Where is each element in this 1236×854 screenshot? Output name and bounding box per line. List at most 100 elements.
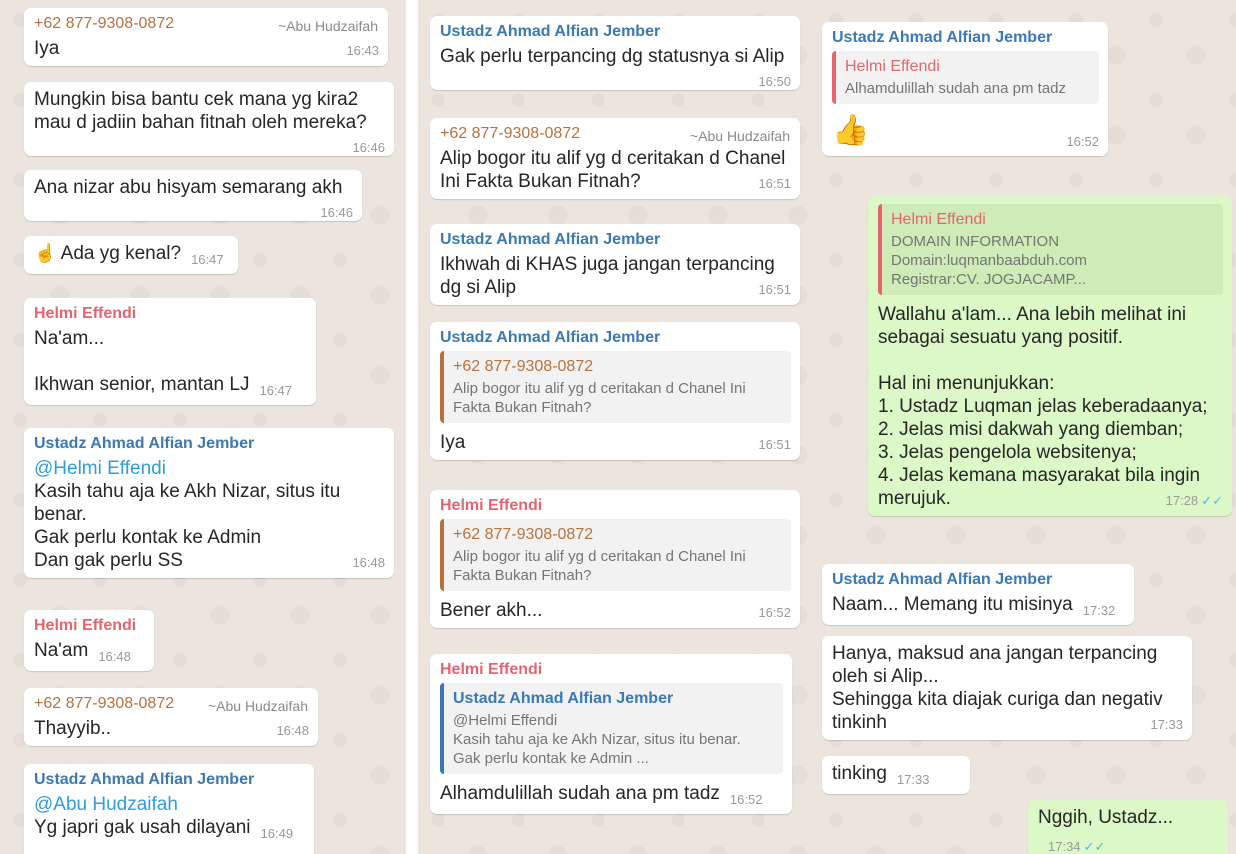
pointing-up-icon: ☝ xyxy=(34,243,57,263)
sender-name[interactable]: Ustadz Ahmad Alfian Jember xyxy=(34,434,385,454)
quoted-sender: +62 877-9308-0872 xyxy=(453,358,594,375)
message-bubble[interactable]: Ustadz Ahmad Alfian Jember @Abu Hudzaifa… xyxy=(24,764,314,854)
message-time: 16:52 xyxy=(729,792,763,807)
message-text: tinking 17:33 xyxy=(832,763,930,787)
message-time: 16:51 xyxy=(758,282,791,297)
message-text: Bener akh... 16:52 xyxy=(440,600,791,621)
message-time: 16:48 xyxy=(276,723,309,738)
sender-name[interactable]: Ustadz Ahmad Alfian Jember xyxy=(440,230,791,250)
message-bubble[interactable]: tinking 17:33 xyxy=(822,756,970,794)
message-text: Wallahu a'lam... Ana lebih melihat ini s… xyxy=(878,304,1223,509)
message-bubble[interactable]: Ustadz Ahmad Alfian Jember Helmi Effendi… xyxy=(822,22,1108,156)
chat-panel-middle: Ustadz Ahmad Alfian Jember Gak perlu ter… xyxy=(418,0,816,854)
quoted-message[interactable]: +62 877-9308-0872 Alip bogor itu alif yg… xyxy=(440,519,791,591)
message-time: 16:52 xyxy=(758,605,791,620)
message-time: 16:48 xyxy=(98,649,131,664)
sender-name[interactable]: Helmi Effendi xyxy=(440,496,791,516)
message-time: 16:47 xyxy=(259,383,293,398)
message-bubble[interactable]: Helmi Effendi +62 877-9308-0872 Alip bog… xyxy=(430,490,800,628)
message-time: 16:51 xyxy=(758,437,791,452)
message-time: 16:48 xyxy=(352,555,385,570)
message-text: Gak perlu terpancing dg statusnya si Ali… xyxy=(440,46,791,89)
chat-panel-right: Ustadz Ahmad Alfian Jember Helmi Effendi… xyxy=(816,0,1236,854)
message-text: Naam... Memang itu misinya 17:32 xyxy=(832,594,1116,618)
quoted-sender: Ustadz Ahmad Alfian Jember xyxy=(453,690,674,707)
message-bubble[interactable]: +62 877-9308-0872 ~Abu Hudzaifah Iya 16:4… xyxy=(24,8,388,66)
quoted-text: Alip bogor itu alif yg d ceritakan d Cha… xyxy=(453,380,746,416)
sender-name[interactable]: Ustadz Ahmad Alfian Jember xyxy=(440,328,791,348)
quoted-sender: +62 877-9308-0872 xyxy=(453,526,594,543)
message-bubble[interactable]: Ustadz Ahmad Alfian Jember @Helmi Effend… xyxy=(24,428,394,578)
sender-name[interactable]: Helmi Effendi xyxy=(440,660,783,680)
sender-name[interactable]: Ustadz Ahmad Alfian Jember xyxy=(440,22,791,42)
double-check-icon: ✓✓ xyxy=(1201,493,1223,508)
message-text: Iya 16:43 xyxy=(34,38,379,59)
message-time: 16:47 xyxy=(191,252,224,267)
quoted-text: Alip bogor itu alif yg d ceritakan d Cha… xyxy=(453,548,746,584)
mention-link[interactable]: @Helmi Effendi xyxy=(34,457,385,480)
quoted-message[interactable]: Ustadz Ahmad Alfian Jember @Helmi Effend… xyxy=(440,683,783,774)
quoted-message[interactable]: Helmi Effendi DOMAIN INFORMATION Domain:… xyxy=(878,204,1223,295)
sender-alias: ~Abu Hudzaifah xyxy=(207,698,308,714)
sender-name[interactable]: Helmi Effendi xyxy=(34,616,145,636)
message-bubble[interactable]: +62 877-9308-0872 ~Abu Hudzaifah Thayyib… xyxy=(24,688,318,746)
chat-panel-left: +62 877-9308-0872 ~Abu Hudzaifah Iya 16:4… xyxy=(0,0,406,854)
quoted-text: DOMAIN INFORMATION Domain:luqmanbaabduh.… xyxy=(891,233,1087,288)
message-text: Na'am 16:48 xyxy=(34,640,131,664)
message-text: Mungkin bisa bantu cek mana yg kira2 mau… xyxy=(34,89,385,155)
message-text: Hanya, maksud ana jangan terpancing oleh… xyxy=(832,643,1183,733)
quoted-message[interactable]: +62 877-9308-0872 Alip bogor itu alif yg… xyxy=(440,351,791,423)
message-text: Alhamdulillah sudah ana pm tadz 16:52 xyxy=(440,783,763,807)
mention-link[interactable]: @Abu Hudzaifah xyxy=(34,793,305,816)
message-text: Iya 16:51 xyxy=(440,432,791,453)
message-text: Yg japri gak usah dilayani 16:49 xyxy=(34,817,294,841)
message-text: Na'am... Ikhwan senior, mantan LJ 16:47 xyxy=(34,328,293,398)
message-time: 16:43 xyxy=(346,43,379,58)
message-text: Ana nizar abu hisyam semarang akh 16:46 xyxy=(34,177,353,220)
message-time: 17:33 xyxy=(1150,717,1183,732)
message-bubble[interactable]: Ustadz Ahmad Alfian Jember Naam... Meman… xyxy=(822,564,1134,625)
message-time: 16:49 xyxy=(260,826,294,841)
message-time: 16:46 xyxy=(320,205,353,220)
message-time: 17:34 ✓✓ xyxy=(1048,839,1106,854)
quoted-message[interactable]: Helmi Effendi Alhamdulillah sudah ana pm… xyxy=(832,51,1099,104)
message-bubble[interactable]: Mungkin bisa bantu cek mana yg kira2 mau… xyxy=(24,82,394,156)
message-time: 17:32 xyxy=(1082,603,1116,618)
message-bubble[interactable]: Ustadz Ahmad Alfian Jember Gak perlu ter… xyxy=(430,16,800,90)
quoted-sender: Helmi Effendi xyxy=(891,211,986,228)
double-check-icon: ✓✓ xyxy=(1083,839,1106,854)
message-text: Kasih tahu aja ke Akh Nizar, situs itu b… xyxy=(34,481,385,571)
quoted-sender: Helmi Effendi xyxy=(845,58,940,75)
message-bubble-outgoing[interactable]: Helmi Effendi DOMAIN INFORMATION Domain:… xyxy=(868,196,1232,516)
message-bubble[interactable]: Ustadz Ahmad Alfian Jember Ikhwah di KHA… xyxy=(430,224,800,305)
sender-alias: ~Abu Hudzaifah xyxy=(689,128,790,144)
message-text: Alip bogor itu alif yg d ceritakan d Cha… xyxy=(440,148,791,192)
message-time: 16:50 xyxy=(758,74,791,89)
quoted-text: Alhamdulillah sudah ana pm tadz xyxy=(845,80,1066,97)
message-text: Nggih, Ustadz...17:34 ✓✓ xyxy=(1038,807,1174,854)
message-text: Ikhwah di KHAS juga jangan terpancing dg… xyxy=(440,254,791,298)
message-bubble[interactable]: Ana nizar abu hisyam semarang akh 16:46 xyxy=(24,170,362,221)
message-bubble[interactable]: ☝ Ada yg kenal? 16:47 xyxy=(24,236,238,274)
message-time: 16:51 xyxy=(758,176,791,191)
sender-name[interactable]: Ustadz Ahmad Alfian Jember xyxy=(34,770,305,790)
message-bubble[interactable]: Helmi Effendi Na'am 16:48 xyxy=(24,610,154,671)
message-text: Thayyib.. 16:48 xyxy=(34,718,309,739)
sender-alias: ~Abu Hudzaifah xyxy=(277,18,378,34)
quoted-text: @Helmi Effendi Kasih tahu aja ke Akh Niz… xyxy=(453,712,741,767)
message-time: 17:33 xyxy=(896,772,930,787)
message-text: ☝ Ada yg kenal? 16:47 xyxy=(34,243,224,267)
sender-name[interactable]: Ustadz Ahmad Alfian Jember xyxy=(832,28,1099,48)
message-bubble[interactable]: +62 877-9308-0872 ~Abu Hudzaifah Alip bo… xyxy=(430,118,800,199)
message-time: 17:28 ✓✓ xyxy=(1165,493,1223,508)
message-time: 16:52 xyxy=(1066,134,1099,149)
message-bubble[interactable]: Hanya, maksud ana jangan terpancing oleh… xyxy=(822,636,1192,740)
message-bubble[interactable]: Helmi Effendi Na'am... Ikhwan senior, ma… xyxy=(24,298,316,405)
message-bubble[interactable]: Ustadz Ahmad Alfian Jember +62 877-9308-… xyxy=(430,322,800,460)
message-text: 👍 16:52 xyxy=(832,112,1099,150)
message-bubble[interactable]: Helmi Effendi Ustadz Ahmad Alfian Jember… xyxy=(430,654,792,814)
sender-name[interactable]: Ustadz Ahmad Alfian Jember xyxy=(832,570,1125,590)
sender-name[interactable]: Helmi Effendi xyxy=(34,304,307,324)
thumbs-up-icon: 👍 xyxy=(832,114,870,147)
message-bubble-outgoing[interactable]: Nggih, Ustadz...17:34 ✓✓ xyxy=(1028,800,1228,854)
